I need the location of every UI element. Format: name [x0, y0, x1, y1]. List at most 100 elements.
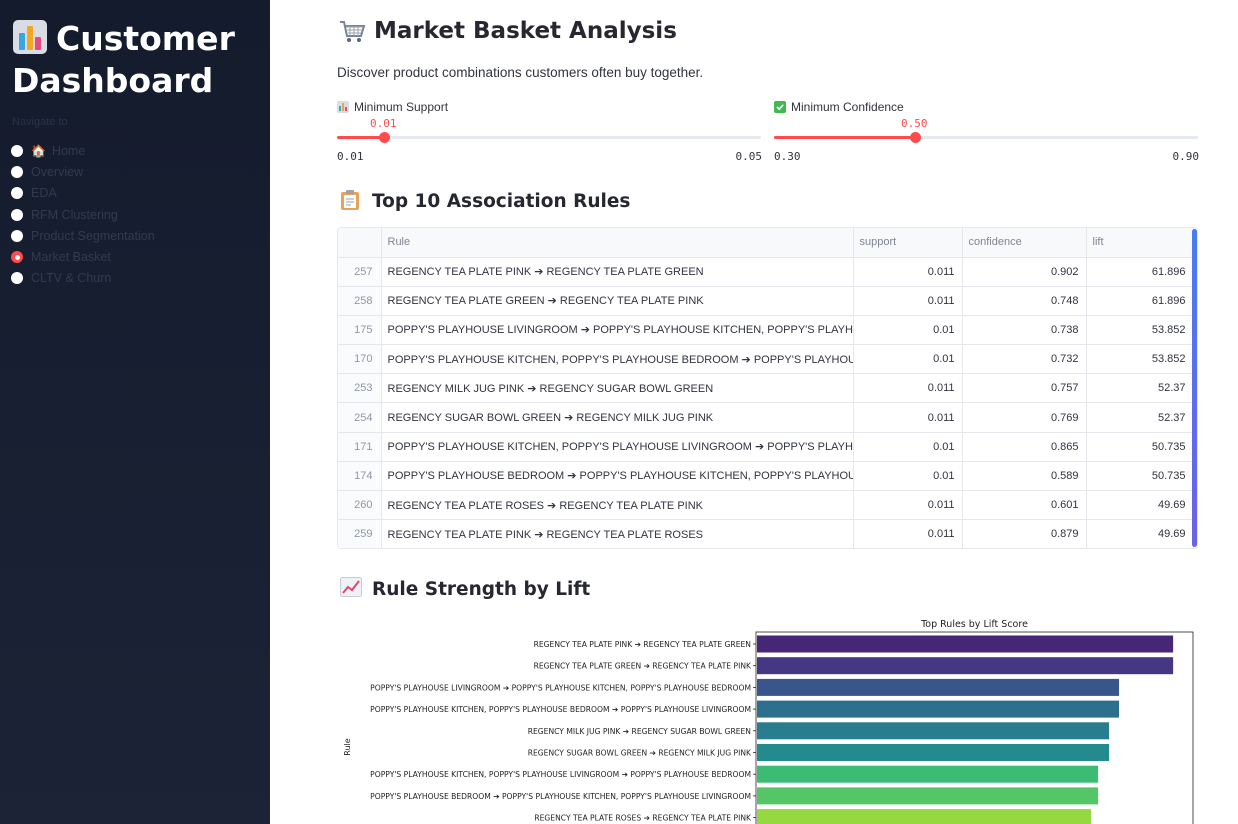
table-row[interactable]: 171 POPPY'S PLAYHOUSE KITCHEN, POPPY'S PL…	[338, 432, 1194, 462]
confidence-cell[interactable]: 0.738	[962, 315, 1087, 346]
lift-cell[interactable]: 52.37	[1086, 402, 1194, 433]
support-cell[interactable]: 0.011	[853, 490, 963, 521]
support-slider-label: Minimum Support	[337, 100, 762, 114]
confidence-cell[interactable]: 0.589	[962, 461, 1087, 492]
support-cell[interactable]: 0.01	[853, 315, 963, 346]
support-slider[interactable]: Minimum Support 0.01 0.01 0.05	[337, 100, 762, 163]
slider-fill	[337, 136, 384, 139]
support-cell[interactable]: 0.01	[853, 344, 963, 375]
rule-cell[interactable]: REGENCY TEA PLATE GREEN ➔ REGENCY TEA PL…	[381, 286, 854, 316]
table-row[interactable]: 174 POPPY'S PLAYHOUSE BEDROOM ➔ POPPY'S P…	[338, 461, 1194, 492]
column-header-confidence[interactable]: confidence	[962, 228, 1087, 258]
row-index[interactable]: 170	[338, 344, 382, 375]
row-index[interactable]: 175	[338, 315, 382, 346]
radio-button[interactable]	[11, 165, 23, 178]
clipboard-icon	[340, 189, 362, 213]
lift-cell[interactable]: 50.735	[1086, 432, 1194, 462]
rule-cell[interactable]: REGENCY MILK JUG PINK ➔ REGENCY SUGAR BO…	[381, 373, 854, 404]
check-mark-icon	[774, 101, 786, 113]
lift-cell[interactable]: 49.69	[1086, 490, 1194, 521]
lift-bar-chart: Top Rules by Lift Score Rule REGENCY TEA P…	[343, 619, 1194, 824]
rules-table[interactable]: Rule support confidence lift 257 REGENCY …	[337, 227, 1198, 549]
rule-cell[interactable]: POPPY'S PLAYHOUSE BEDROOM ➔ POPPY'S PLAY…	[381, 461, 854, 492]
table-row[interactable]: 254 REGENCY SUGAR BOWL GREEN ➔ REGENCY MI…	[338, 402, 1194, 433]
support-cell[interactable]: 0.011	[853, 402, 963, 433]
radio-button-selected[interactable]	[11, 251, 23, 264]
table-row[interactable]: 259 REGENCY TEA PLATE PINK ➔ REGENCY TEA …	[338, 519, 1194, 548]
lift-cell[interactable]: 53.852	[1086, 344, 1194, 375]
table-row[interactable]: 260 REGENCY TEA PLATE ROSES ➔ REGENCY TEA…	[338, 490, 1194, 521]
confidence-cell[interactable]: 0.757	[962, 373, 1087, 404]
support-cell[interactable]: 0.01	[853, 432, 963, 462]
nav-item-product-segmentation[interactable]: Product Segmentation	[11, 225, 155, 246]
rule-cell[interactable]: REGENCY TEA PLATE ROSES ➔ REGENCY TEA PL…	[381, 490, 854, 521]
row-index[interactable]: 253	[338, 373, 382, 404]
rule-cell[interactable]: REGENCY TEA PLATE PINK ➔ REGENCY TEA PLA…	[381, 257, 854, 287]
confidence-cell[interactable]: 0.732	[962, 344, 1087, 375]
slider-track[interactable]	[337, 132, 761, 143]
support-cell[interactable]: 0.01	[853, 461, 963, 492]
nav-item-rfm-clustering[interactable]: RFM Clustering	[11, 204, 155, 225]
table-row[interactable]: 257 REGENCY TEA PLATE PINK ➔ REGENCY TEA …	[338, 257, 1194, 287]
table-row[interactable]: 253 REGENCY MILK JUG PINK ➔ REGENCY SUGAR…	[338, 373, 1194, 404]
lift-cell[interactable]: 61.896	[1086, 257, 1194, 287]
support-value: 0.01	[370, 117, 397, 130]
rule-cell[interactable]: REGENCY TEA PLATE PINK ➔ REGENCY TEA PLA…	[381, 519, 854, 548]
radio-button[interactable]	[11, 208, 23, 221]
nav-item-cltv-churn[interactable]: CLTV & Churn	[11, 268, 155, 289]
rule-cell[interactable]: POPPY'S PLAYHOUSE KITCHEN, POPPY'S PLAYH…	[381, 432, 854, 462]
lift-cell[interactable]: 50.735	[1086, 461, 1194, 492]
slider-thumb[interactable]	[910, 132, 921, 143]
support-cell[interactable]: 0.011	[853, 257, 963, 287]
main-content: Market Basket Analysis Discover product …	[270, 0, 1238, 824]
support-cell[interactable]: 0.011	[853, 373, 963, 404]
support-cell[interactable]: 0.011	[853, 519, 963, 548]
table-row[interactable]: 258 REGENCY TEA PLATE GREEN ➔ REGENCY TEA…	[338, 286, 1194, 316]
confidence-cell[interactable]: 0.601	[962, 490, 1087, 521]
confidence-cell[interactable]: 0.865	[962, 432, 1087, 462]
slider-track[interactable]	[774, 132, 1198, 143]
row-index[interactable]: 257	[338, 257, 382, 287]
lift-cell[interactable]: 53.852	[1086, 315, 1194, 346]
slider-thumb[interactable]	[379, 132, 390, 143]
sidebar: Customer Dashboard Navigate to 🏠 Home Ove…	[0, 0, 270, 824]
lift-cell[interactable]: 52.37	[1086, 373, 1194, 404]
nav-item-home[interactable]: 🏠 Home	[11, 140, 155, 161]
rule-cell[interactable]: POPPY'S PLAYHOUSE LIVINGROOM ➔ POPPY'S P…	[381, 315, 854, 346]
nav-item-market-basket[interactable]: Market Basket	[11, 246, 155, 267]
y-tick-label: POPPY'S PLAYHOUSE KITCHEN, POPPY'S PLAYH…	[370, 705, 751, 714]
bar	[757, 678, 1120, 696]
column-header-index[interactable]	[338, 228, 382, 258]
nav-item-label: Overview	[31, 164, 84, 179]
column-header-lift[interactable]: lift	[1086, 228, 1194, 258]
column-header-rule[interactable]: Rule	[381, 228, 854, 258]
rule-cell[interactable]: POPPY'S PLAYHOUSE KITCHEN, POPPY'S PLAYH…	[381, 344, 854, 375]
radio-button[interactable]	[11, 229, 23, 242]
rule-cell[interactable]: REGENCY SUGAR BOWL GREEN ➔ REGENCY MILK …	[381, 402, 854, 433]
radio-button[interactable]	[11, 144, 23, 157]
confidence-cell[interactable]: 0.879	[962, 519, 1087, 548]
radio-button[interactable]	[11, 272, 23, 285]
row-index[interactable]: 254	[338, 402, 382, 433]
confidence-cell[interactable]: 0.769	[962, 402, 1087, 433]
table-row[interactable]: 170 POPPY'S PLAYHOUSE KITCHEN, POPPY'S PL…	[338, 344, 1194, 375]
row-index[interactable]: 260	[338, 490, 382, 521]
nav-item-overview[interactable]: Overview	[11, 161, 155, 182]
row-index[interactable]: 174	[338, 461, 382, 492]
column-header-support[interactable]: support	[853, 228, 963, 258]
support-cell[interactable]: 0.011	[853, 286, 963, 316]
table-header-row: Rule support confidence lift	[338, 228, 1194, 258]
row-index[interactable]: 171	[338, 432, 382, 462]
table-row[interactable]: 175 POPPY'S PLAYHOUSE LIVINGROOM ➔ POPPY'…	[338, 315, 1194, 346]
radio-button[interactable]	[11, 187, 23, 200]
confidence-cell[interactable]: 0.748	[962, 286, 1087, 316]
lift-cell[interactable]: 49.69	[1086, 519, 1194, 548]
table-scrollbar[interactable]	[1192, 229, 1197, 547]
nav-item-eda[interactable]: EDA	[11, 183, 155, 204]
confidence-slider[interactable]: Minimum Confidence 0.50 0.30 0.90	[774, 100, 1199, 163]
bar	[757, 787, 1099, 805]
lift-cell[interactable]: 61.896	[1086, 286, 1194, 316]
confidence-cell[interactable]: 0.902	[962, 257, 1087, 287]
row-index[interactable]: 259	[338, 519, 382, 548]
row-index[interactable]: 258	[338, 286, 382, 316]
